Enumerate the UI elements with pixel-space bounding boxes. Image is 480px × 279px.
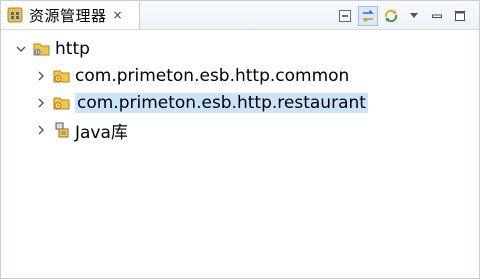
- chevron-down-icon[interactable]: [15, 43, 27, 55]
- link-with-editor-icon[interactable]: [358, 6, 378, 26]
- sync-icon[interactable]: [382, 7, 400, 25]
- resource-explorer-icon: [7, 7, 23, 23]
- view-tab[interactable]: 资源管理器 ×: [1, 1, 140, 29]
- module-folder-icon: [53, 70, 70, 83]
- module-folder-icon: [53, 97, 70, 110]
- tree-item-label: http: [55, 39, 90, 59]
- chevron-right-icon[interactable]: [35, 97, 47, 109]
- java-library-icon: [55, 122, 69, 138]
- tree-item-label: com.primeton.esb.http.common: [75, 66, 350, 86]
- tree-item-label: Java库: [75, 122, 128, 143]
- resource-explorer-view: 资源管理器 × http com.primeton.esb.http.commo…: [0, 0, 480, 279]
- view-menu-icon[interactable]: [405, 7, 423, 25]
- view-toolbar: [331, 6, 469, 26]
- chevron-right-icon[interactable]: [35, 70, 47, 82]
- tree-item-label: com.primeton.esb.http.restaurant: [75, 93, 368, 113]
- resource-tree: http com.primeton.esb.http.common com.pr…: [1, 29, 479, 278]
- tree-item-restaurant[interactable]: com.primeton.esb.http.restaurant: [35, 91, 368, 115]
- view-title: 资源管理器: [29, 6, 107, 25]
- minimize-icon[interactable]: [428, 7, 446, 25]
- project-folder-icon: [33, 43, 50, 56]
- collapse-all-icon[interactable]: [336, 7, 354, 25]
- view-header: 资源管理器 ×: [1, 1, 479, 30]
- chevron-right-icon[interactable]: [35, 124, 47, 136]
- tree-item-common[interactable]: com.primeton.esb.http.common: [35, 64, 349, 88]
- maximize-icon[interactable]: [451, 7, 469, 25]
- close-icon[interactable]: ×: [113, 8, 123, 22]
- tree-item-http[interactable]: http: [15, 37, 90, 61]
- tree-item-java-library[interactable]: Java库: [35, 118, 128, 143]
